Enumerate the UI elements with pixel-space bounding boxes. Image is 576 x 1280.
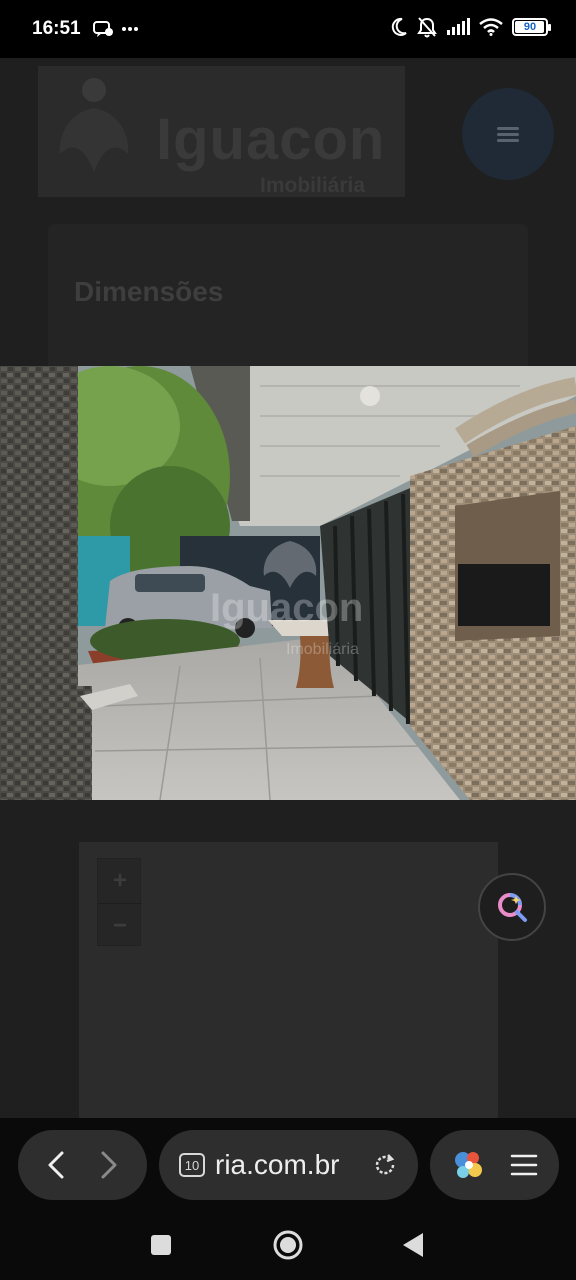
phone-screen: 16:51 90 Iguacon Imobiliária Dimensões I… bbox=[0, 0, 576, 1280]
hamburger-icon bbox=[497, 124, 519, 145]
lens-search-button[interactable] bbox=[478, 873, 546, 941]
back-triangle-icon[interactable] bbox=[396, 1228, 430, 1262]
site-logo[interactable]: Iguacon Imobiliária bbox=[38, 66, 405, 197]
map-zoom-out-button[interactable]: − bbox=[98, 903, 142, 947]
property-photo-image: Iguacon Imobiliária bbox=[0, 366, 576, 800]
more-icon bbox=[121, 26, 139, 32]
tools-pill bbox=[430, 1130, 559, 1200]
status-bar: 16:51 90 bbox=[0, 0, 576, 58]
back-arrow-icon[interactable] bbox=[45, 1150, 67, 1180]
system-nav-bar bbox=[0, 1210, 576, 1280]
browser-menu-icon[interactable] bbox=[510, 1153, 538, 1177]
logo-sub: Imobiliária bbox=[260, 174, 366, 197]
svg-text:Iguacon: Iguacon bbox=[210, 586, 363, 630]
forward-arrow-icon[interactable] bbox=[98, 1150, 120, 1180]
map-zoom-control: + − bbox=[97, 858, 142, 947]
recents-square-icon[interactable] bbox=[144, 1228, 178, 1262]
home-circle-icon[interactable] bbox=[271, 1228, 305, 1262]
lens-search-icon bbox=[495, 890, 529, 924]
reload-icon[interactable] bbox=[372, 1152, 398, 1178]
battery-level: 90 bbox=[523, 21, 537, 33]
map-zoom-in-button[interactable]: + bbox=[98, 859, 142, 903]
svg-text:Imobiliária: Imobiliária bbox=[286, 641, 359, 658]
browser-toolbar: 10 ria.com.br bbox=[0, 1118, 576, 1210]
signal-icon bbox=[446, 18, 470, 36]
map-area[interactable]: + − bbox=[79, 842, 498, 1118]
web-page: Iguacon Imobiliária Dimensões Iguacon Im… bbox=[0, 58, 576, 1118]
section-title: Dimensões bbox=[74, 276, 224, 307]
site-menu-button[interactable] bbox=[462, 88, 554, 180]
wifi-icon bbox=[479, 18, 503, 36]
logo-mark-icon bbox=[59, 78, 129, 172]
extension-icon[interactable] bbox=[451, 1148, 487, 1182]
status-left-icons bbox=[92, 20, 139, 38]
nav-pill bbox=[18, 1130, 147, 1200]
address-bar[interactable]: 10 ria.com.br bbox=[159, 1130, 418, 1200]
status-right-icons: 90 bbox=[390, 16, 551, 38]
logo-name: Iguacon bbox=[156, 107, 386, 172]
battery-icon: 90 bbox=[512, 18, 551, 36]
url-text[interactable]: ria.com.br bbox=[215, 1149, 372, 1181]
chat-icon bbox=[92, 20, 113, 38]
moon-icon bbox=[390, 17, 408, 37]
tab-count-badge[interactable]: 10 bbox=[179, 1153, 205, 1177]
status-time: 16:51 bbox=[32, 18, 81, 39]
property-photo[interactable]: Iguacon Imobiliária bbox=[0, 366, 576, 800]
bell-off-icon bbox=[417, 16, 437, 38]
